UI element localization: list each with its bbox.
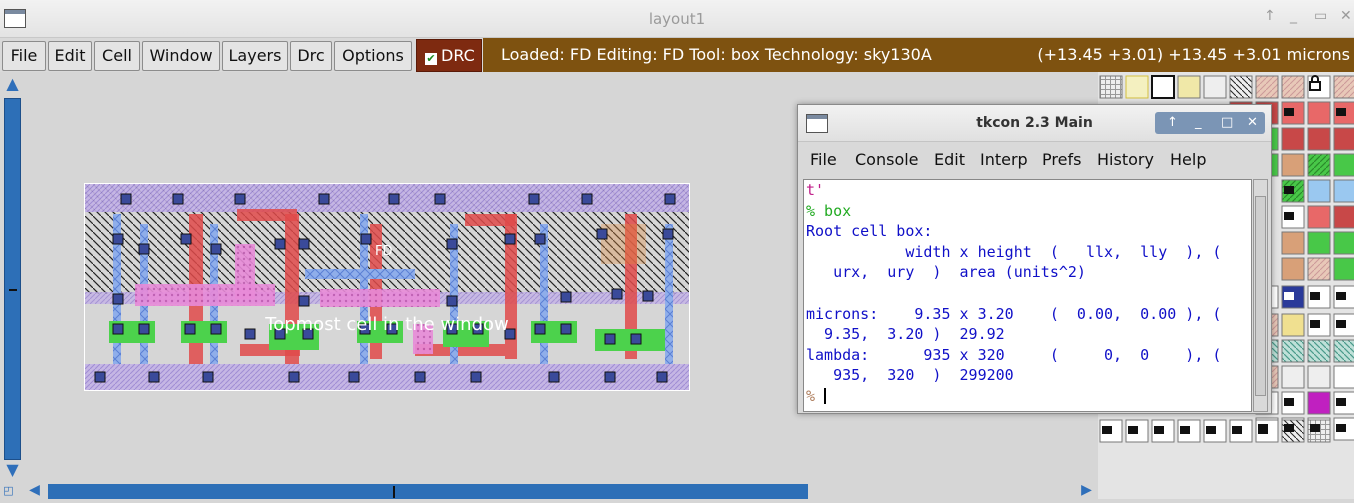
raise-window-icon[interactable]: ↑ — [1264, 8, 1276, 24]
console-line: microns: 9.35 x 3.20 ( 0.00, 0.00 ), ( — [806, 304, 1222, 323]
tkcon-close-icon[interactable]: ✕ — [1247, 112, 1258, 134]
menu-file[interactable]: File — [2, 41, 46, 71]
tkcon-scrollbar[interactable] — [1253, 179, 1268, 412]
tkcon-menu-file[interactable]: File — [810, 150, 837, 169]
menu-layers[interactable]: Layers — [222, 41, 288, 71]
menu-cell[interactable]: Cell — [94, 41, 140, 71]
tkcon-menu-help[interactable]: Help — [1170, 150, 1206, 169]
scroll-up-icon[interactable]: ▲ — [3, 74, 22, 93]
minimize-icon[interactable]: _ — [1290, 8, 1297, 24]
tkcon-menu-history[interactable]: History — [1097, 150, 1154, 169]
scroll-position-marker — [393, 486, 395, 498]
cell-layout[interactable]: FD Topmost cell in the window — [84, 183, 690, 391]
cell-tag-label: FD — [375, 244, 393, 259]
tkcon-raise-icon[interactable]: ↑ — [1167, 112, 1178, 134]
scroll-right-icon[interactable]: ▶ — [1078, 482, 1095, 499]
vertical-scrollbar[interactable]: ▲ ▼ — [0, 72, 25, 482]
scroll-home-icon[interactable]: ◰ — [0, 482, 17, 499]
close-icon[interactable]: ✕ — [1340, 8, 1352, 24]
console-prompt-line[interactable]: % — [806, 386, 1251, 407]
horizontal-scroll-thumb[interactable] — [48, 484, 808, 499]
tkcon-menu-console[interactable]: Console — [855, 150, 919, 169]
check-icon: ✔ — [425, 52, 437, 65]
scroll-down-icon[interactable]: ▼ — [3, 460, 22, 479]
console-line: 9.35, 3.20 ) 29.92 — [806, 325, 1005, 344]
layout-geometry — [85, 184, 689, 390]
menu-edit[interactable]: Edit — [48, 41, 92, 71]
horizontal-scrollbar[interactable]: ◰ ◀ ▶ — [0, 482, 1098, 499]
console-line: t' — [806, 181, 825, 199]
cursor-coordinates: (+13.45 +3.01) +13.45 +3.01 microns — [1037, 45, 1350, 64]
tkcon-minimize-icon[interactable]: _ — [1195, 112, 1202, 134]
window-title: layout1 — [648, 10, 706, 28]
status-text: Loaded: FD Editing: FD Tool: box Technol… — [501, 45, 932, 64]
tkcon-window-controls: ↑ _ □ ✕ — [1155, 112, 1265, 134]
tkcon-menu-edit[interactable]: Edit — [934, 150, 965, 169]
console-line: 935, 320 ) 299200 — [806, 366, 1014, 385]
tkcon-maximize-icon[interactable]: □ — [1221, 112, 1233, 134]
console-line: % box — [806, 201, 852, 220]
cell-label: Topmost cell in the window — [265, 314, 509, 335]
status-bar: Loaded: FD Editing: FD Tool: box Technol… — [483, 38, 1354, 72]
tkcon-window[interactable]: tkcon 2.3 Main ↑ _ □ ✕ File Console Edit… — [797, 104, 1272, 414]
tkcon-menu-prefs[interactable]: Prefs — [1042, 150, 1081, 169]
tkcon-scroll-thumb[interactable] — [1255, 196, 1266, 396]
drc-label: DRC — [441, 46, 475, 65]
text-cursor — [824, 387, 827, 404]
tkcon-menu-interp[interactable]: Interp — [980, 150, 1028, 169]
tkcon-menu-bar: File Console Edit Interp Prefs History H… — [798, 143, 1271, 177]
main-titlebar: layout1 ↑ _ ▭ ✕ — [0, 0, 1354, 38]
scroll-left-icon[interactable]: ◀ — [26, 482, 43, 499]
console-line: lambda: 935 x 320 ( 0, 0 ), ( — [806, 345, 1222, 364]
menu-drc[interactable]: Drc — [290, 41, 332, 71]
console-line: urx, ury ) area (units^2) — [806, 263, 1086, 282]
menu-window[interactable]: Window — [142, 41, 220, 71]
tkcon-titlebar[interactable]: tkcon 2.3 Main ↑ _ □ ✕ — [798, 105, 1271, 142]
maximize-icon[interactable]: ▭ — [1314, 8, 1327, 24]
drc-toggle[interactable]: ✔ DRC — [416, 39, 482, 72]
menu-options[interactable]: Options — [334, 41, 412, 71]
console-prompt: % — [806, 386, 816, 405]
console-line: Root cell box: — [806, 222, 933, 241]
tkcon-console-text[interactable]: t' % box Root cell box: width x height (… — [803, 179, 1252, 412]
console-line: width x height ( llx, lly ), ( — [806, 242, 1222, 261]
vertical-scroll-thumb[interactable] — [4, 98, 21, 460]
